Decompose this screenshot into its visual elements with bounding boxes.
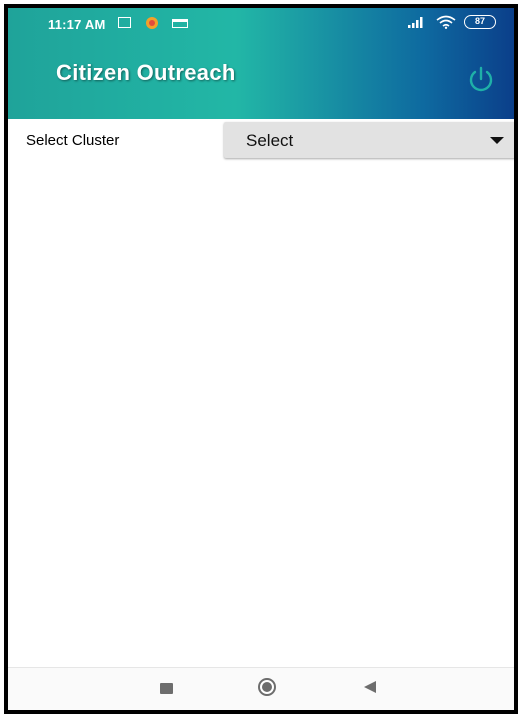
signal-icon	[408, 17, 423, 28]
select-cluster-label: Select Cluster	[26, 132, 120, 149]
phone-screen: 11:17 AM 87 Citizen Outreach Select Clus…	[8, 8, 514, 710]
system-nav-bar	[8, 667, 514, 710]
sim-icon	[118, 17, 131, 28]
chevron-down-icon	[490, 137, 504, 144]
status-bar: 11:17 AM 87	[8, 8, 514, 38]
home-icon[interactable]	[258, 678, 276, 696]
app-title: Citizen Outreach	[56, 60, 236, 85]
power-button[interactable]	[464, 62, 498, 96]
cluster-dropdown[interactable]: Select	[224, 122, 514, 158]
message-icon	[172, 19, 188, 28]
notification-icon	[146, 17, 158, 29]
app-header: 11:17 AM 87 Citizen Outreach	[8, 8, 514, 119]
dropdown-selected-value: Select	[246, 131, 294, 150]
back-icon[interactable]	[364, 681, 376, 693]
power-icon	[469, 66, 493, 92]
wifi-icon	[436, 15, 456, 29]
recents-icon[interactable]	[160, 683, 173, 694]
status-time: 11:17 AM	[48, 17, 106, 32]
battery-icon: 87	[464, 15, 496, 29]
